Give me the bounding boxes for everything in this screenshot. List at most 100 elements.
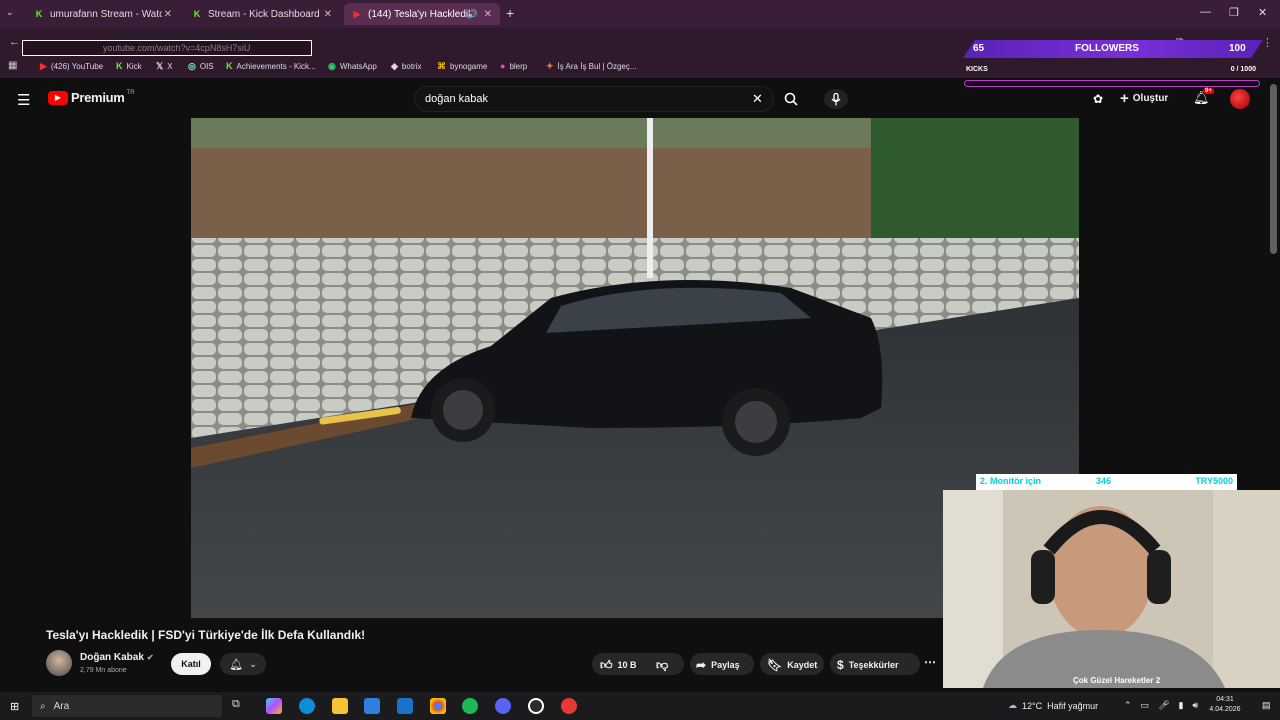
verified-icon: ✔	[146, 653, 154, 662]
botrix-icon: ◆	[391, 61, 398, 71]
spotify-icon[interactable]	[462, 698, 478, 714]
channel-avatar[interactable]	[46, 650, 72, 676]
close-tab-icon[interactable]: ✕	[164, 9, 172, 20]
tab-kick-dashboard[interactable]: K Stream - Kick Dashboard ✕	[184, 3, 340, 25]
clock[interactable]: 04:31 4.04.2026	[1202, 695, 1248, 715]
bookmark-label: X	[167, 62, 173, 71]
voice-search-button[interactable]	[824, 89, 848, 109]
url-field[interactable]: youtube.com/watch?v=4cpN8sH7siU	[22, 40, 312, 56]
webcam-overlay: Çok Güzel Hareketler 2	[943, 490, 1280, 688]
logo-text: Premium	[71, 90, 125, 105]
battery-icon[interactable]: ▮	[1179, 700, 1184, 711]
subscriber-count: 2,79 Mn abone	[80, 667, 127, 674]
channel-name[interactable]: Doğan Kabak ✔	[80, 652, 154, 663]
bookmark-x[interactable]: 𝕏X	[156, 61, 173, 72]
bookmark-youtube[interactable]: ▶ (426) YouTube	[40, 61, 103, 72]
youtube-play-logo-icon: ▶	[48, 90, 68, 105]
back-icon[interactable]: ←	[9, 36, 20, 48]
cast-icon[interactable]: ✿	[1093, 92, 1103, 106]
weather-text: 12°C Hafif yağmur	[1022, 700, 1099, 711]
followers-count: 65	[973, 43, 985, 54]
close-tab-icon[interactable]: ✕	[324, 9, 332, 20]
taskbar-search[interactable]: ⌕ Ara	[32, 695, 222, 717]
tab-title: (144) Tesla'yı Hackledik | FS	[368, 8, 472, 20]
search-input[interactable]: doğan kabak	[414, 86, 774, 112]
whatsapp-icon: ◉	[328, 61, 336, 71]
kicks-progress-bar	[964, 80, 1260, 87]
thanks-button[interactable]: $ Teşekkürler	[837, 655, 899, 675]
kicks-label: KICKS	[966, 66, 988, 73]
edge-icon[interactable]	[299, 698, 315, 714]
join-button[interactable]: Katıl	[171, 653, 211, 675]
blerp-icon: ●	[500, 61, 506, 71]
clear-search-icon[interactable]: ✕	[752, 91, 763, 107]
bookmark-label: (426) YouTube	[50, 62, 104, 71]
bynogame-icon: ⌘	[437, 61, 446, 71]
logo-region: TR	[126, 90, 135, 96]
tab-kick-stream[interactable]: K umurafann Stream - Watch Live ✕	[26, 3, 180, 25]
bookmark-achievements[interactable]: K Achievements - Kick...	[226, 61, 316, 71]
volume-icon[interactable]: 🔊︎	[1192, 700, 1198, 711]
menu-icon[interactable]: ⋮	[1262, 36, 1273, 49]
app-icon[interactable]	[561, 698, 577, 714]
tab-youtube-video[interactable]: ▶ (144) Tesla'yı Hackledik | FS 🔊 ✕	[344, 3, 500, 25]
youtube-icon: ▶	[40, 61, 47, 71]
bookmark-whatsapp[interactable]: ◉ WhatsApp	[328, 61, 377, 72]
bookmark-label: OIS	[199, 62, 214, 71]
share-button[interactable]: ➦ Paylaş	[696, 655, 740, 675]
avatar[interactable]	[1230, 89, 1250, 109]
taskbar-search-placeholder: Ara	[53, 700, 70, 712]
thumbs-up-icon: 👍︎	[600, 657, 613, 672]
dislike-button[interactable]: 👎︎	[656, 655, 673, 675]
youtube-logo[interactable]: ▶ Premium TR	[48, 90, 135, 105]
page-scrollbar[interactable]	[1270, 84, 1277, 254]
discord-icon[interactable]	[495, 698, 511, 714]
kick-icon: K	[35, 9, 43, 19]
like-button[interactable]: 👍︎ 10 B	[600, 655, 637, 675]
copilot-icon[interactable]	[266, 698, 282, 714]
close-tab-icon[interactable]: ✕	[484, 9, 492, 20]
bookmark-botrix[interactable]: ◆ botrix	[391, 61, 421, 72]
search-button[interactable]	[778, 88, 804, 110]
minimize-icon[interactable]: —	[1200, 6, 1211, 18]
audio-icon: 🔊	[466, 8, 478, 19]
task-view-icon[interactable]: ⧉	[232, 698, 248, 714]
plus-icon: +	[1120, 90, 1129, 107]
obs-icon[interactable]	[528, 698, 544, 714]
bookmark-kick[interactable]: K Kick	[116, 61, 142, 71]
weather-widget[interactable]: ☁ 12°C Hafif yağmur	[1008, 700, 1098, 711]
store-icon[interactable]	[364, 698, 380, 714]
hamburger-menu-icon[interactable]: ☰	[17, 91, 30, 109]
donation-amount: 346	[1096, 476, 1112, 486]
bookmark-label: WhatsApp	[339, 62, 377, 71]
more-actions-button[interactable]: ⋯	[924, 655, 936, 669]
notifications-button[interactable]: 🔔︎ 9+	[1193, 88, 1214, 106]
close-window-icon[interactable]: ✕	[1258, 6, 1267, 19]
network-icon[interactable]: ▭	[1141, 700, 1150, 711]
search-icon: ⌕	[40, 700, 46, 712]
new-tab-button[interactable]: +	[506, 5, 514, 21]
bookmark-ois[interactable]: ◎ OIS	[188, 61, 214, 72]
notification-center-icon[interactable]: ▤	[1262, 700, 1271, 711]
webcam-caption: Çok Güzel Hareketler 2	[1073, 676, 1161, 685]
start-button[interactable]: ⊞	[10, 700, 19, 713]
share-label: Paylaş	[711, 660, 740, 670]
kicks-goal: KICKS 0 / 1000	[964, 66, 1260, 90]
create-button[interactable]: + Oluştur	[1120, 90, 1168, 107]
mail-icon[interactable]	[397, 698, 413, 714]
chevron-down-icon: ⌄	[249, 658, 257, 669]
clock-time: 04:31	[1216, 696, 1234, 703]
file-explorer-icon[interactable]	[332, 698, 348, 714]
bookmark-is-ara[interactable]: ✦ İş Ara İş Bul | Özgeç...	[546, 61, 637, 72]
save-button[interactable]: 🔖︎ Kaydet	[767, 655, 817, 675]
super-thanks-icon: $	[837, 658, 844, 672]
microphone-icon[interactable]: 🎤︎	[1158, 700, 1169, 711]
subscribe-bell-dropdown[interactable]: 🔔︎ ⌄	[220, 653, 266, 675]
bookmark-blerp[interactable]: ● blerp	[500, 61, 527, 71]
bookmark-bynogame[interactable]: ⌘ bynogame	[437, 61, 487, 72]
tab-search-dropdown-icon[interactable]: ⌄	[6, 7, 14, 18]
tray-chevron-icon[interactable]: ⌃	[1124, 700, 1132, 711]
maximize-icon[interactable]: ❐	[1229, 6, 1239, 19]
chrome-icon[interactable]	[430, 698, 446, 714]
apps-grid-icon[interactable]: ▦	[8, 60, 17, 71]
